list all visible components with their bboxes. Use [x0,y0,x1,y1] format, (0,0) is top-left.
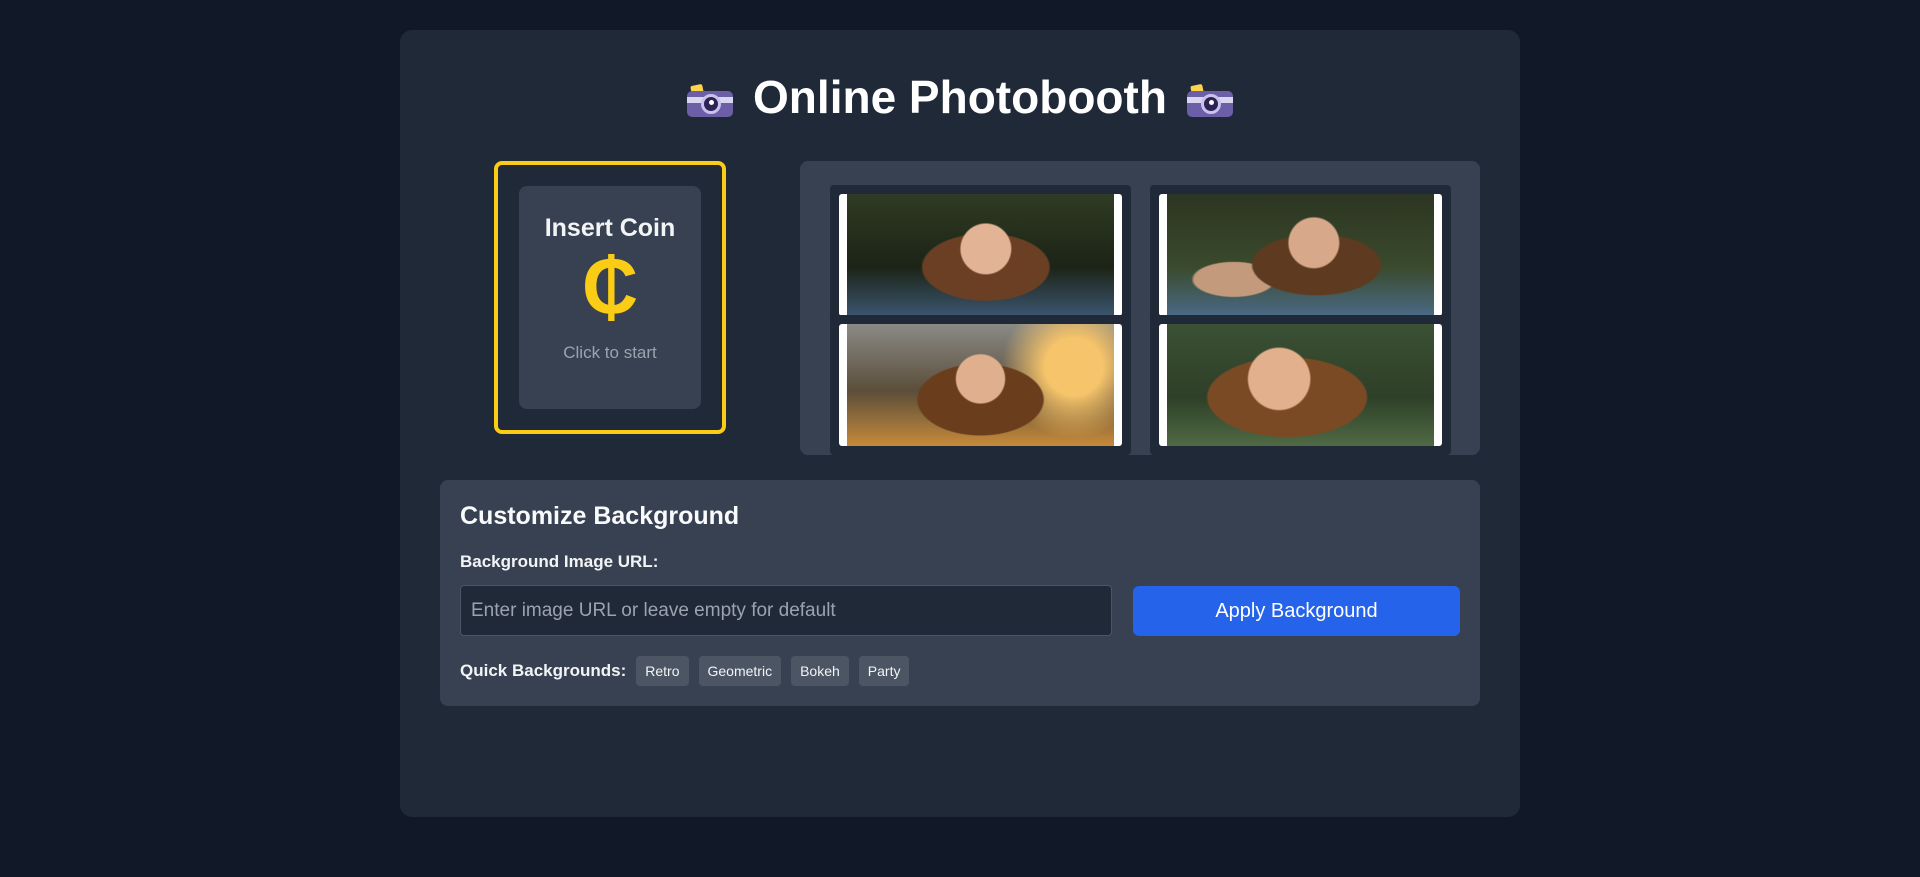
quick-bg-retro-button[interactable]: Retro [636,656,689,686]
page-title-text: Online Photobooth [753,71,1167,123]
photo-frame-4[interactable] [1150,315,1451,455]
photo-frame-3[interactable] [830,315,1131,455]
photo-2 [1167,194,1434,316]
page-title: Online Photobooth [400,70,1520,124]
photo-frame-1[interactable] [830,185,1131,325]
customize-background-panel: Customize Background Background Image UR… [440,480,1480,706]
background-url-label: Background Image URL: [460,552,659,571]
quick-backgrounds-label: Quick Backgrounds: [460,661,627,680]
camera-with-flash-icon [687,83,734,117]
apply-background-button[interactable]: Apply Background [1133,586,1460,636]
quick-bg-geometric-button[interactable]: Geometric [698,656,782,686]
photobooth-app: Online Photobooth Insert Coin ₵ Click to… [400,30,1520,817]
background-url-input[interactable] [460,585,1112,636]
coin-icon: ₵ [581,242,639,330]
photo-gallery [800,161,1480,455]
camera-with-flash-icon [1186,83,1233,117]
photo-4 [1167,324,1434,446]
insert-coin-button[interactable]: Insert Coin ₵ Click to start [494,161,726,434]
quick-bg-bokeh-button[interactable]: Bokeh [791,656,849,686]
insert-coin-label: Insert Coin [544,214,676,242]
click-to-start-hint: Click to start [563,343,657,362]
quick-bg-party-button[interactable]: Party [858,656,910,686]
coin-slot[interactable]: Insert Coin ₵ Click to start [519,186,701,409]
photo-3 [847,324,1114,446]
quick-backgrounds: Quick Backgrounds: Retro Geometric Bokeh… [460,656,910,686]
photo-1 [847,194,1114,316]
customize-background-title: Customize Background [460,502,740,530]
photo-frame-2[interactable] [1150,185,1451,325]
